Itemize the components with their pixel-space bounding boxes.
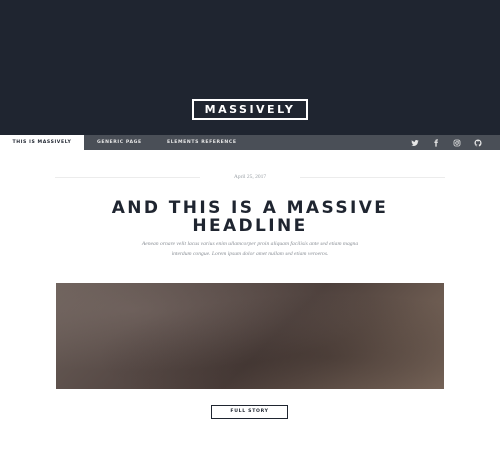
main-nav: THIS IS MASSIVELY GENERIC PAGE ELEMENTS … xyxy=(0,135,500,150)
site-logo[interactable]: MASSIVELY xyxy=(192,99,308,120)
facebook-icon[interactable] xyxy=(432,139,440,147)
post-image[interactable] xyxy=(56,283,444,389)
main-content: April 25, 2017 AND THIS IS A MASSIVE HEA… xyxy=(0,150,500,450)
hero-header: MASSIVELY xyxy=(0,0,500,135)
twitter-icon[interactable] xyxy=(411,139,419,147)
tab-elements-reference[interactable]: ELEMENTS REFERENCE xyxy=(167,135,237,150)
tab-generic-page[interactable]: GENERIC PAGE xyxy=(97,135,142,150)
post-excerpt: Aenean ornare velit lacus varius enim ul… xyxy=(141,241,359,257)
full-story-button[interactable]: FULL STORY xyxy=(211,405,288,419)
github-icon[interactable] xyxy=(474,139,482,147)
post-date: April 25, 2017 xyxy=(200,174,300,180)
instagram-icon[interactable] xyxy=(453,139,461,147)
tab-this-is-massively[interactable]: THIS IS MASSIVELY xyxy=(0,135,84,150)
post-headline[interactable]: AND THIS IS A MASSIVE HEADLINE xyxy=(60,199,440,235)
